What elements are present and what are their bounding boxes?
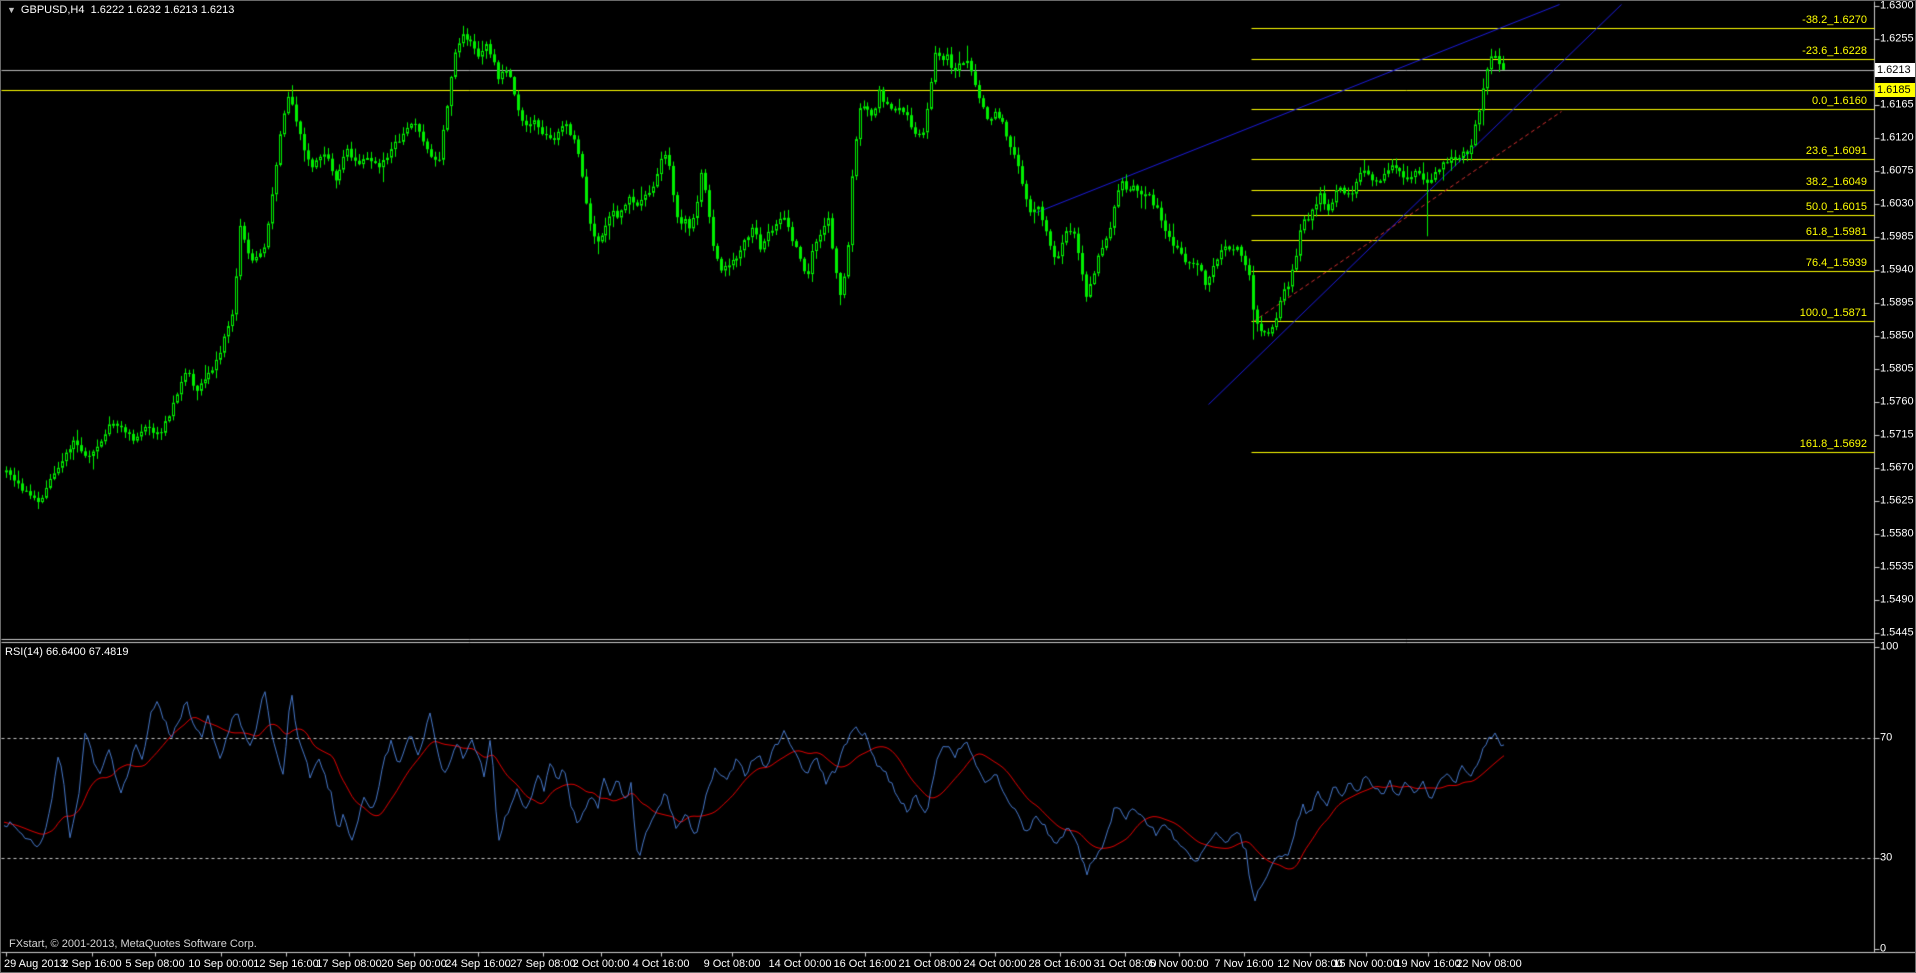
- mt4-chart-window: ▼ GBPUSD,H4 1.6222 1.6232 1.6213 1.6213 R…: [0, 0, 1916, 973]
- symbol-dropdown-icon[interactable]: ▼: [7, 5, 16, 15]
- time-axis-label: 24 Sep 16:00: [445, 958, 511, 970]
- time-axis-label: 10 Sep 00:00: [188, 958, 254, 970]
- fib-level-label: 61.8_1.5981: [1805, 226, 1867, 238]
- time-axis-label: 7 Nov 16:00: [1214, 958, 1274, 970]
- price-axis-label: 1.5535: [1880, 560, 1914, 573]
- time-axis-label: 21 Oct 08:00: [898, 958, 962, 970]
- time-axis-label: 4 Oct 16:00: [632, 958, 690, 970]
- symbol-timeframe-label: GBPUSD,H4: [20, 4, 85, 16]
- price-axis-label: 1.5490: [1880, 593, 1914, 606]
- fib-level-label: -38.2_1.6270: [1802, 14, 1867, 26]
- time-axis-label: 29 Aug 2013: [4, 958, 66, 970]
- rsi-scale-label: 70: [1880, 731, 1893, 744]
- rsi-scale-label: 0: [1880, 942, 1887, 955]
- time-axis-label: 22 Nov 08:00: [1456, 958, 1522, 970]
- fib-level-label: 23.6_1.6091: [1805, 145, 1867, 157]
- time-axis-label: 17 Sep 08:00: [316, 958, 382, 970]
- price-axis-label: 1.5760: [1880, 395, 1914, 408]
- price-axis-label: 1.5985: [1880, 230, 1914, 243]
- time-axis-label: 15 Nov 00:00: [1333, 958, 1399, 970]
- chart-canvas[interactable]: [1, 1, 1915, 972]
- price-axis-label: 1.5625: [1880, 494, 1914, 507]
- alert-price-box[interactable]: 1.6185: [1875, 83, 1915, 97]
- price-axis-label: 1.5670: [1880, 461, 1914, 474]
- ohlc-quote-label: 1.6222 1.6232 1.6213 1.6213: [90, 4, 235, 16]
- fib-level-label: 0.0_1.6160: [1811, 95, 1867, 107]
- time-axis-label: 16 Oct 16:00: [833, 958, 897, 970]
- price-axis-label: 1.6300: [1880, 0, 1914, 12]
- price-axis-label: 1.6120: [1880, 131, 1914, 144]
- time-axis-label: 27 Sep 08:00: [510, 958, 576, 970]
- time-axis-label: 31 Oct 08:00: [1093, 958, 1157, 970]
- rsi-indicator-label: RSI(14) 66.6400 67.4819: [5, 646, 129, 658]
- time-axis-label: 2 Sep 16:00: [62, 958, 122, 970]
- fib-level-label: 50.0_1.6015: [1805, 201, 1867, 213]
- rsi-scale-label: 100: [1880, 640, 1899, 653]
- current-price-box: 1.6213: [1875, 63, 1915, 77]
- fib-level-label: -23.6_1.6228: [1802, 45, 1867, 57]
- time-axis-label: 5 Nov 00:00: [1149, 958, 1209, 970]
- price-axis-label: 1.5805: [1880, 362, 1914, 375]
- time-axis-label: 14 Oct 00:00: [768, 958, 832, 970]
- copyright-label: FXstart, © 2001-2013, MetaQuotes Softwar…: [9, 938, 257, 950]
- time-axis-label: 24 Oct 00:00: [963, 958, 1027, 970]
- price-axis-label: 1.5580: [1880, 527, 1914, 540]
- time-axis-label: 9 Oct 08:00: [703, 958, 761, 970]
- price-axis-label: 1.5850: [1880, 329, 1914, 342]
- price-axis-label: 1.6030: [1880, 197, 1914, 210]
- chart-title: ▼ GBPUSD,H4 1.6222 1.6232 1.6213 1.6213: [7, 4, 234, 17]
- time-axis-label: 19 Nov 16:00: [1395, 958, 1461, 970]
- fib-level-label: 100.0_1.5871: [1799, 307, 1867, 319]
- time-axis-label: 5 Sep 08:00: [125, 958, 185, 970]
- price-axis-label: 1.5715: [1880, 428, 1914, 441]
- time-axis-label: 20 Sep 00:00: [381, 958, 447, 970]
- price-axis-label: 1.6165: [1880, 98, 1914, 111]
- price-axis-label: 1.5445: [1880, 626, 1914, 639]
- time-axis-label: 12 Sep 16:00: [253, 958, 319, 970]
- price-axis-label: 1.5940: [1880, 263, 1914, 276]
- fib-level-label: 76.4_1.5939: [1805, 257, 1867, 269]
- fib-level-label: 161.8_1.5692: [1799, 438, 1867, 450]
- time-axis-label: 2 Oct 00:00: [572, 958, 630, 970]
- time-axis-label: 28 Oct 16:00: [1028, 958, 1092, 970]
- fib-level-label: 38.2_1.6049: [1805, 176, 1867, 188]
- price-axis-label: 1.6075: [1880, 164, 1914, 177]
- price-axis-label: 1.6255: [1880, 32, 1914, 45]
- rsi-scale-label: 30: [1880, 851, 1893, 864]
- price-axis-label: 1.5895: [1880, 296, 1914, 309]
